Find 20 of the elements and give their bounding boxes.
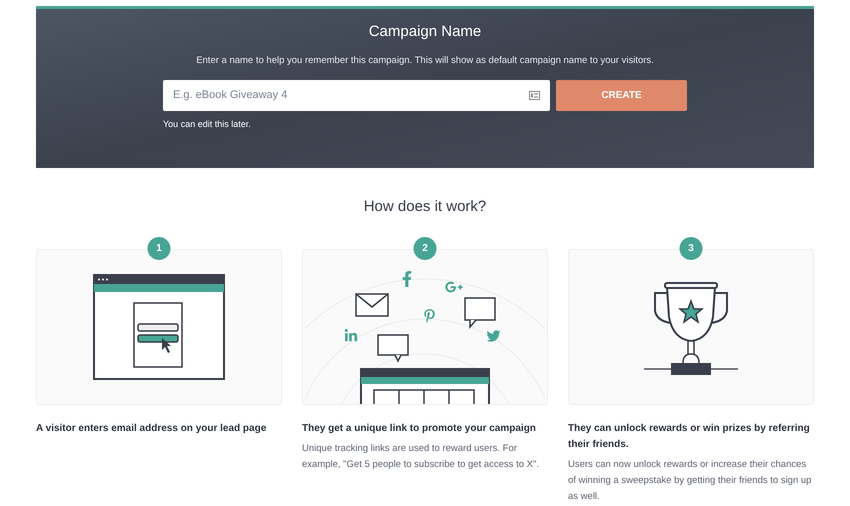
create-button[interactable]: CREATE xyxy=(556,80,687,111)
step-number: 1 xyxy=(148,236,170,260)
banner-subtitle: Enter a name to help you remember this campaign. This will show as default campaign name to your visitors. xyxy=(196,54,654,68)
banner-title: Campaign Name xyxy=(368,22,482,42)
step-heading: A visitor enters email address on your lead page xyxy=(36,422,268,436)
edit-hint: You can edit this later. xyxy=(163,118,252,131)
pinterest-icon xyxy=(424,308,435,322)
linkedin-icon xyxy=(343,328,359,342)
campaign-name-field[interactable]: E.g. eBook Giveaway 4 xyxy=(163,80,550,111)
step-number: 2 xyxy=(414,236,436,260)
google-plus-icon xyxy=(445,278,463,294)
step-description: Unique tracking links are used to reward users. For example, "Get 5 people to subscribe to get access to X". xyxy=(302,442,540,472)
step-heading: They can unlock rewards or win prizes by referring their friends. xyxy=(568,422,811,452)
step-number: 3 xyxy=(680,236,702,260)
section-title: How does it work? xyxy=(362,197,488,217)
bird-icon xyxy=(485,328,502,342)
step-heading: They get a unique link to promote your campaign xyxy=(302,422,537,436)
contact-card-icon xyxy=(529,90,540,100)
step-description: Users can now unlock rewards or increase their chances of winning a sweepstake by getting their friends to sign up as well. xyxy=(568,458,812,504)
facebook-icon xyxy=(402,270,412,286)
